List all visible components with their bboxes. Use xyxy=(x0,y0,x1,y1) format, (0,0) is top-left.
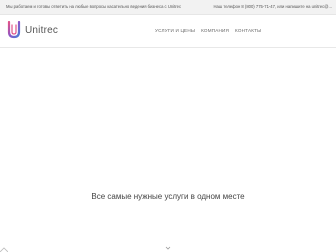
top-info-message: Мы работаем и готовы ответить на любые в… xyxy=(6,4,182,9)
nav-contacts[interactable]: КОНТАКТЫ xyxy=(235,28,261,33)
corner-decoration-icon xyxy=(0,247,8,252)
nav-services-prices[interactable]: УСЛУГИ И ЦЕНЫ xyxy=(155,28,195,33)
site-header: Unitrec УСЛУГИ И ЦЕНЫ КОМПАНИЯ КОНТАКТЫ xyxy=(0,15,336,48)
site-logo[interactable]: Unitrec xyxy=(6,21,58,39)
main-nav: УСЛУГИ И ЦЕНЫ КОМПАНИЯ КОНТАКТЫ xyxy=(155,28,261,33)
top-info-bar: Мы работаем и готовы ответить на любые в… xyxy=(0,0,336,15)
top-info-contact[interactable]: Наш телефон 8 (800) 775-71-47, или напиш… xyxy=(213,0,332,14)
unitrec-u-icon xyxy=(7,21,21,39)
chevron-down-icon[interactable] xyxy=(165,245,171,251)
hero-title: Все самые нужные услуги в одном месте xyxy=(91,192,245,201)
nav-company[interactable]: КОМПАНИЯ xyxy=(201,28,229,33)
logo-text: Unitrec xyxy=(25,24,59,36)
